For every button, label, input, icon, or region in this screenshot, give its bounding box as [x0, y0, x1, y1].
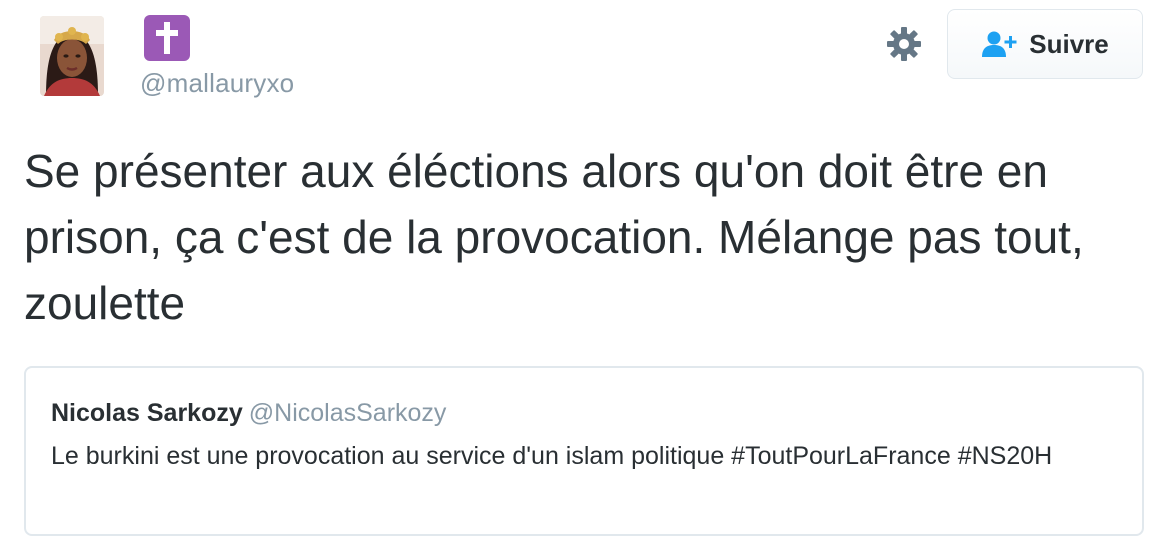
- follow-button[interactable]: Suivre: [947, 9, 1143, 79]
- quoted-tweet-header: Nicolas Sarkozy @NicolasSarkozy: [51, 399, 446, 428]
- latin-cross-icon: [156, 22, 178, 54]
- quoted-author-handle: @NicolasSarkozy: [248, 399, 447, 427]
- author-handle[interactable]: @mallauryxo: [140, 68, 294, 99]
- tweet-text: Se présenter aux éléctions alors qu'on d…: [24, 145, 1084, 329]
- avatar-photo: [40, 16, 104, 96]
- gear-icon-shape: [887, 27, 921, 61]
- latin-cross-emoji: [144, 15, 190, 61]
- quoted-tweet-text: Le burkini est une provocation au servic…: [51, 442, 1053, 470]
- follow-button-label: Suivre: [1029, 28, 1109, 59]
- quoted-tweet[interactable]: Nicolas Sarkozy @NicolasSarkozy Le burkin…: [24, 366, 1144, 536]
- gear-icon[interactable]: [884, 24, 924, 64]
- quoted-author-name: Nicolas Sarkozy: [51, 399, 243, 427]
- add-user-icon: [982, 31, 1017, 57]
- avatar[interactable]: [40, 16, 104, 96]
